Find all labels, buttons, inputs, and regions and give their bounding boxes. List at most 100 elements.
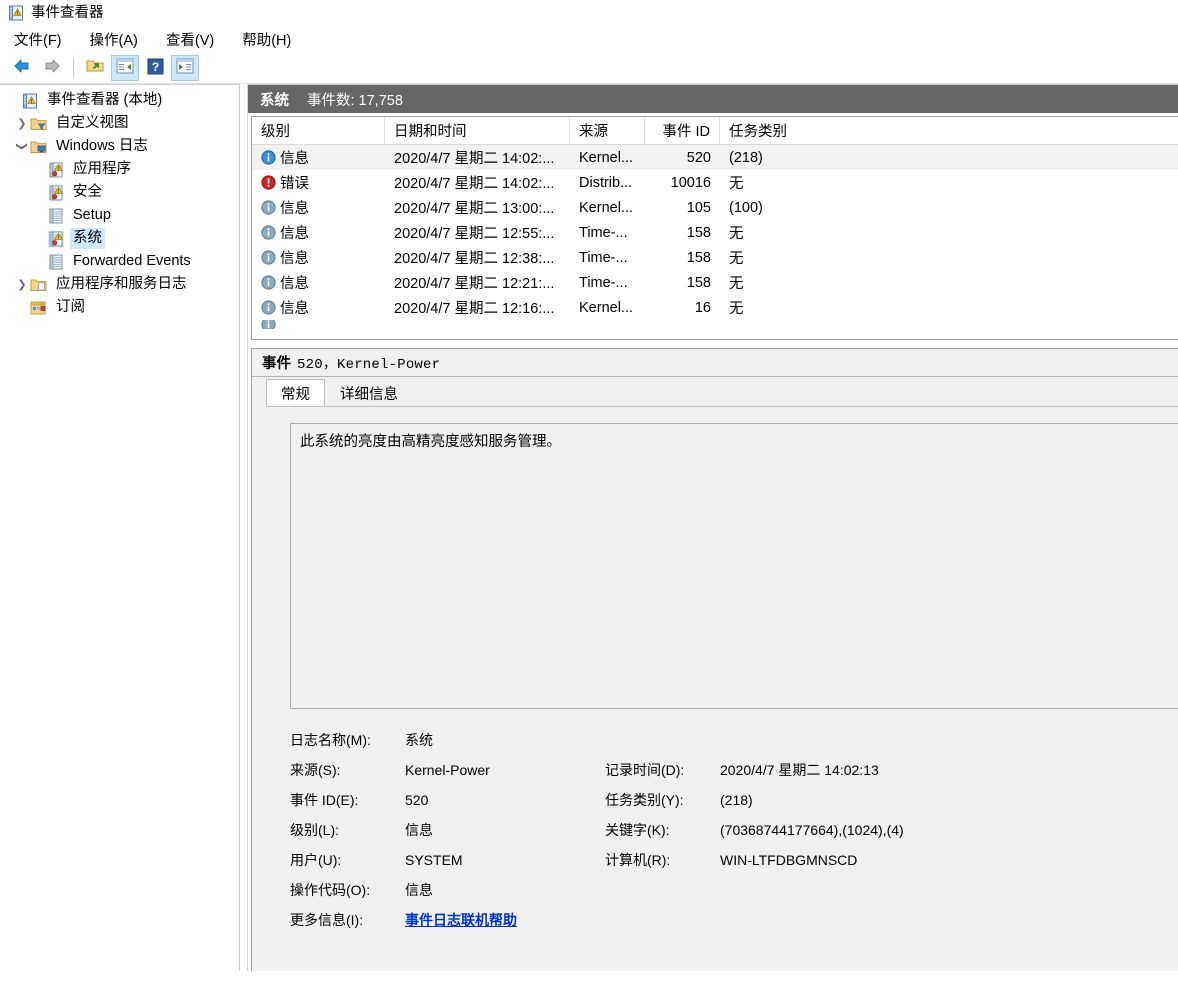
field-value-computer: WIN-LTFDBGMNSCD: [720, 852, 858, 868]
back-button[interactable]: [8, 55, 36, 81]
table-row[interactable]: 信息 2020/4/7 星期二 12:38:... Time-... 158 无: [252, 245, 1178, 270]
cell-source: Kernel...: [579, 299, 633, 316]
information-icon: [261, 300, 276, 315]
cell-level: 信息: [252, 272, 385, 293]
menu-view[interactable]: 查看(V): [164, 26, 223, 53]
column-header-datetime[interactable]: 日期和时间: [385, 117, 570, 144]
cell-task-category: 无: [729, 276, 744, 292]
column-header-source[interactable]: 来源: [570, 117, 645, 144]
cell-task-category: 无: [729, 251, 744, 267]
field-value-logged: 2020/4/7 星期二 14:02:13: [720, 762, 879, 778]
horizontal-splitter[interactable]: [248, 340, 1178, 348]
cell-level: 信息: [252, 222, 385, 243]
tab-details[interactable]: 详细信息: [325, 379, 413, 406]
event-description-box[interactable]: 此系统的亮度由高精亮度感知服务管理。: [290, 423, 1178, 709]
cell-source: Kernel...: [579, 199, 633, 216]
open-saved-log-button[interactable]: [81, 55, 109, 81]
chevron-right-icon[interactable]: ❯: [14, 278, 30, 291]
tree-item-subscriptions[interactable]: 订阅: [0, 296, 239, 319]
field-spacer: [605, 875, 720, 905]
tree-item-forwarded-events[interactable]: Forwarded Events: [0, 250, 239, 273]
help-icon: ?: [147, 58, 164, 78]
show-hide-console-tree-button[interactable]: [111, 54, 139, 81]
menu-action[interactable]: 操作(A): [88, 26, 147, 53]
forward-button[interactable]: [38, 55, 66, 81]
cell-level-text: 信息: [280, 226, 309, 242]
show-hide-action-pane-button[interactable]: [171, 54, 199, 81]
log-plain-icon: [48, 254, 64, 270]
table-row[interactable]: 信息 2020/4/7 星期二 13:00:... Kernel... 105 …: [252, 195, 1178, 220]
table-row-partial[interactable]: [252, 320, 1178, 329]
vertical-splitter[interactable]: [240, 84, 248, 971]
event-viewer-icon: [8, 5, 24, 21]
log-plain-icon: [48, 208, 64, 224]
custom-views-folder-icon: [30, 116, 47, 132]
information-icon: [261, 150, 276, 165]
cell-event-id: 10016: [670, 174, 711, 191]
cell-level-text: 错误: [280, 176, 309, 192]
tree-item-system[interactable]: 系统: [0, 227, 239, 250]
tree-item-label: 应用程序和服务日志: [56, 276, 187, 293]
field-label-log-name: 日志名称(M):: [290, 732, 371, 748]
tab-general[interactable]: 常规: [266, 379, 325, 406]
cell-datetime: 2020/4/7 星期二 13:00:...: [394, 201, 555, 217]
field-label-task-category: 任务类别(Y):: [605, 792, 684, 808]
cell-event-id: 158: [686, 224, 711, 241]
tree-item-setup[interactable]: Setup: [0, 204, 239, 227]
event-log-online-help-link[interactable]: 事件日志联机帮助: [405, 905, 605, 935]
cell-level: 错误: [252, 172, 385, 193]
log-warning-icon: [48, 162, 64, 178]
content-pane: 系统 事件数: 17,758 级别 日期和时间 来源 事件 ID 任务类别 信息…: [248, 84, 1178, 971]
chevron-down-icon[interactable]: ❯: [16, 139, 29, 155]
column-header-task-category[interactable]: 任务类别: [720, 117, 1040, 144]
window-title: 事件查看器: [31, 4, 104, 21]
menu-help[interactable]: 帮助(H): [240, 26, 300, 53]
table-row[interactable]: 信息 2020/4/7 星期二 12:55:... Time-... 158 无: [252, 220, 1178, 245]
chevron-right-icon[interactable]: ❯: [14, 117, 30, 130]
forward-arrow-icon: [42, 57, 62, 78]
tree-item-label: Setup: [73, 207, 111, 224]
table-row[interactable]: 信息 2020/4/7 星期二 14:02:... Kernel... 520 …: [252, 145, 1178, 170]
field-value-event-id: 520: [405, 792, 429, 808]
table-row[interactable]: 信息 2020/4/7 星期二 12:21:... Time-... 158 无: [252, 270, 1178, 295]
app-service-logs-folder-icon: [30, 277, 47, 293]
cell-level-text: 信息: [280, 251, 309, 267]
show-hide-console-tree-icon: [116, 58, 134, 77]
tree-item-label: 应用程序: [73, 161, 131, 178]
column-header-event-id[interactable]: 事件 ID: [645, 117, 720, 144]
table-row[interactable]: 错误 2020/4/7 星期二 14:02:... Distrib... 100…: [252, 170, 1178, 195]
field-label-user: 用户(U):: [290, 852, 342, 868]
event-list: 级别 日期和时间 来源 事件 ID 任务类别 信息 2020/4/7 星期二 1…: [251, 116, 1178, 340]
window-titlebar: 事件查看器: [0, 0, 1178, 26]
cell-source: Kernel...: [579, 149, 633, 166]
cell-event-id: 520: [686, 149, 711, 166]
information-icon: [261, 250, 276, 265]
tree-item-windows-logs[interactable]: ❯ Windows 日志: [0, 135, 239, 158]
cell-datetime: 2020/4/7 星期二 12:55:...: [394, 226, 555, 242]
help-button[interactable]: ?: [141, 55, 169, 81]
tree-item-custom-views[interactable]: ❯ 自定义视图: [0, 112, 239, 135]
column-header-level[interactable]: 级别: [252, 117, 385, 144]
menu-file[interactable]: 文件(F): [12, 26, 71, 53]
tree-item-label: 事件查看器 (本地): [47, 92, 163, 109]
event-detail-title-label: 事件: [262, 356, 291, 372]
field-label-keywords: 关键字(K):: [605, 822, 670, 838]
tree-item-label: Forwarded Events: [73, 253, 191, 270]
tree-item-event-viewer-root[interactable]: 事件查看器 (本地): [0, 89, 239, 112]
event-detail-pane: 事件 520，Kernel-Power 常规 详细信息 此系统的亮度由高精亮度感…: [251, 348, 1178, 971]
tree-item-security[interactable]: 安全: [0, 181, 239, 204]
tree-item-label: 订阅: [56, 299, 85, 316]
windows-logs-folder-icon: [30, 139, 47, 155]
field-spacer: [720, 905, 1178, 935]
cell-level: [252, 320, 385, 329]
cell-datetime: 2020/4/7 星期二 12:16:...: [394, 301, 555, 317]
field-spacer: [720, 875, 1178, 905]
cell-level: 信息: [252, 147, 385, 168]
event-description-text: 此系统的亮度由高精亮度感知服务管理。: [300, 434, 561, 450]
table-row[interactable]: 信息 2020/4/7 星期二 12:16:... Kernel... 16 无: [252, 295, 1178, 320]
cell-datetime: 2020/4/7 星期二 12:38:...: [394, 251, 555, 267]
tree-item-application[interactable]: 应用程序: [0, 158, 239, 181]
tree-item-applications-and-services-logs[interactable]: ❯ 应用程序和服务日志: [0, 273, 239, 296]
cell-event-id: 16: [694, 299, 711, 316]
cell-task-category: (218): [729, 149, 763, 166]
